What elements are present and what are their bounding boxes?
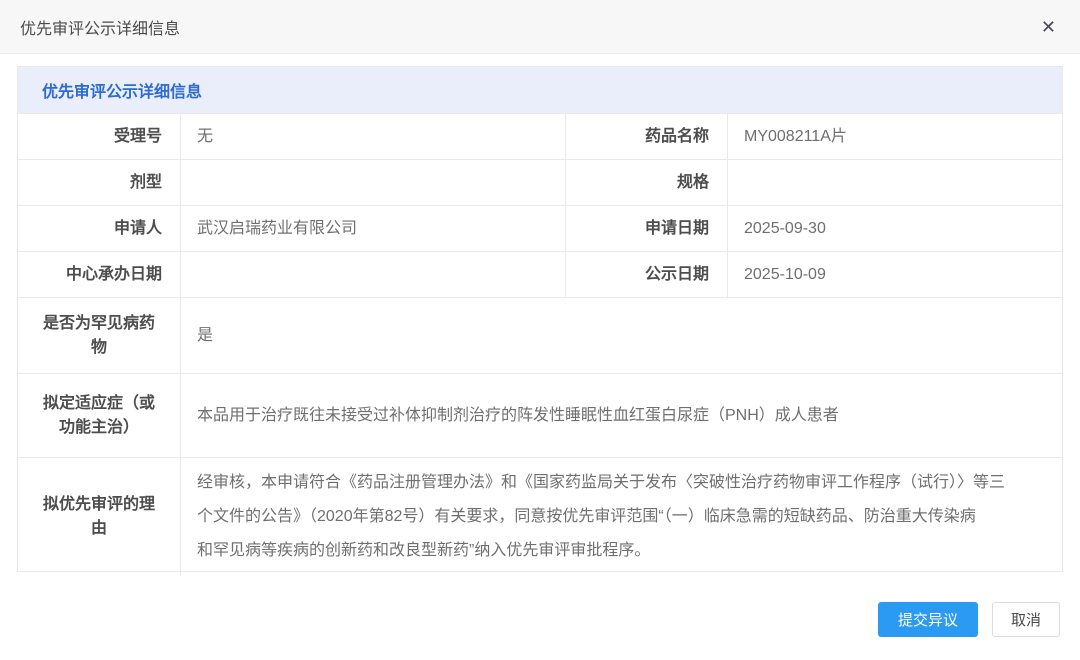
table-row: 拟定适应症（或 功能主治） 本品用于治疗既往未接受过补体抑制剂治疗的阵发性睡眠性… — [18, 373, 1062, 457]
dosage-form-value — [181, 160, 566, 205]
table-row: 中心承办日期 公示日期 2025-10-09 — [18, 251, 1062, 297]
proposed-indication-label: 拟定适应症（或 功能主治） — [18, 374, 181, 457]
table-row: 受理号 无 药品名称 MY008211A片 — [18, 113, 1062, 159]
priority-review-reason-label: 拟优先审评的理 由 — [18, 458, 181, 576]
application-date-value: 2025-09-30 — [728, 206, 1062, 251]
rare-disease-flag-label: 是否为罕见病药 物 — [18, 298, 181, 373]
publicity-date-value: 2025-10-09 — [728, 252, 1062, 297]
applicant-label: 申请人 — [18, 206, 181, 251]
rare-disease-flag-value: 是 — [181, 298, 1062, 373]
center-undertaking-date-label: 中心承办日期 — [18, 252, 181, 297]
drug-name-value: MY008211A片 — [728, 114, 1062, 159]
priority-review-reason-value: 经审核，本申请符合《药品注册管理办法》和《国家药监局关于发布〈突破性治疗药物审评… — [181, 458, 1062, 576]
table-row: 申请人 武汉启瑞药业有限公司 申请日期 2025-09-30 — [18, 205, 1062, 251]
cancel-button[interactable]: 取消 — [992, 602, 1060, 637]
table-header-title: 优先审评公示详细信息 — [18, 67, 1062, 113]
publicity-date-label: 公示日期 — [566, 252, 728, 297]
dosage-form-label: 剂型 — [18, 160, 181, 205]
close-icon[interactable]: ✕ — [1037, 16, 1060, 38]
dialog-footer: 提交异议 取消 — [17, 602, 1060, 637]
drug-name-label: 药品名称 — [566, 114, 728, 159]
application-date-label: 申请日期 — [566, 206, 728, 251]
detail-table: 优先审评公示详细信息 受理号 无 药品名称 MY008211A片 剂型 规格 申… — [17, 66, 1063, 572]
acceptance-number-label: 受理号 — [18, 114, 181, 159]
center-undertaking-date-value — [181, 252, 566, 297]
dialog-titlebar: 优先审评公示详细信息 ✕ — [0, 0, 1080, 54]
submit-objection-button[interactable]: 提交异议 — [878, 602, 978, 637]
applicant-value: 武汉启瑞药业有限公司 — [181, 206, 566, 251]
table-row: 剂型 规格 — [18, 159, 1062, 205]
table-row: 拟优先审评的理 由 经审核，本申请符合《药品注册管理办法》和《国家药监局关于发布… — [18, 457, 1062, 571]
specification-label: 规格 — [566, 160, 728, 205]
specification-value — [728, 160, 1062, 205]
acceptance-number-value: 无 — [181, 114, 566, 159]
table-row: 是否为罕见病药 物 是 — [18, 297, 1062, 373]
dialog-title: 优先审评公示详细信息 — [20, 15, 180, 39]
proposed-indication-value: 本品用于治疗既往未接受过补体抑制剂治疗的阵发性睡眠性血红蛋白尿症（PNH）成人患… — [181, 374, 1062, 457]
